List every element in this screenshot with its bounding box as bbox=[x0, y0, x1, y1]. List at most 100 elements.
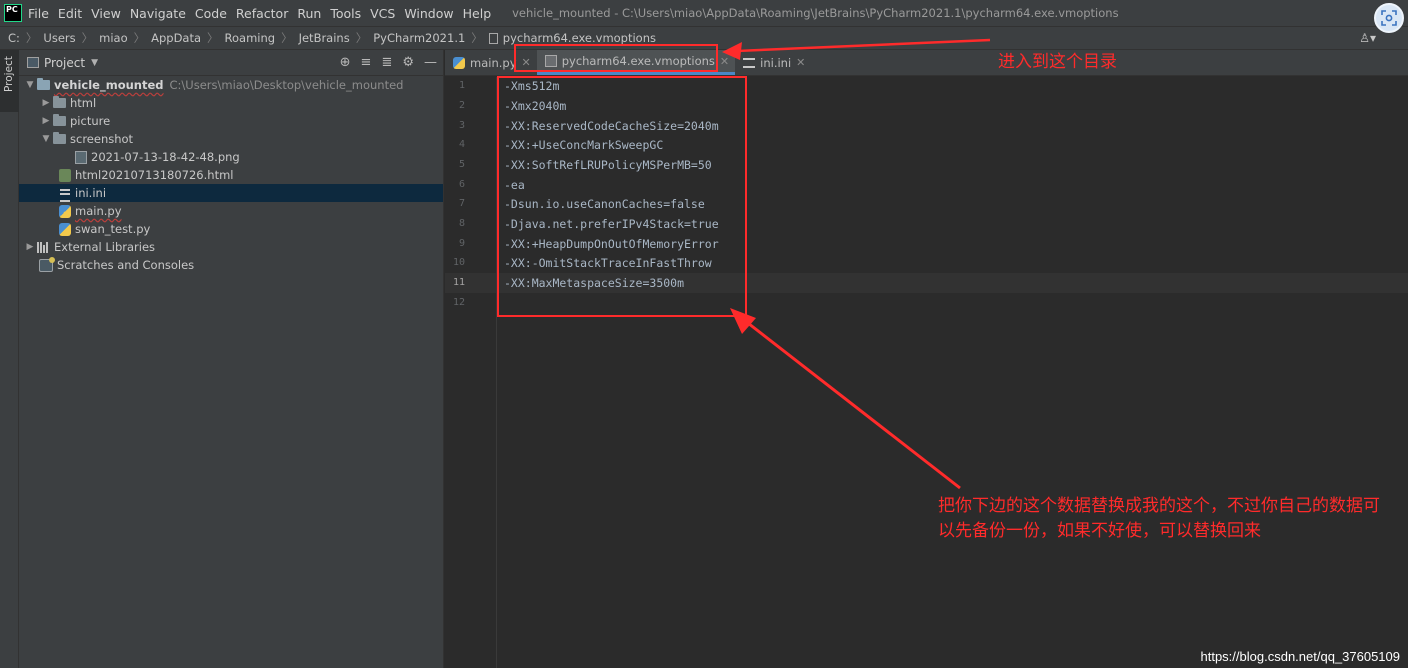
expanded-arrow-icon[interactable]: ▼ bbox=[39, 134, 53, 144]
line-number: 1 bbox=[458, 80, 465, 91]
menu-code[interactable]: Code bbox=[195, 6, 227, 21]
tree-item-label: 2021-07-13-18-42-48.png bbox=[91, 150, 240, 164]
breadcrumb-jetbrains[interactable]: JetBrains bbox=[299, 31, 350, 45]
tab-ini[interactable]: ini.ini ✕ bbox=[735, 50, 811, 75]
line-number-gutter: 1 2 3 4 5 6 7 8 9 10 11 12 bbox=[445, 77, 497, 668]
annotation-box-code bbox=[497, 76, 747, 317]
project-panel-title[interactable]: Project bbox=[44, 56, 85, 70]
menu-window[interactable]: Window bbox=[404, 6, 453, 21]
menu-help[interactable]: Help bbox=[463, 6, 492, 21]
annotation-code-note: 把你下边的这个数据替换成我的这个，不过你自己的数据可以先备份一份，如果不好使，可… bbox=[938, 496, 1380, 541]
breadcrumb-users[interactable]: Users bbox=[43, 31, 75, 45]
collapsed-arrow-icon[interactable]: ▶ bbox=[23, 242, 37, 252]
window-title: vehicle_mounted - C:\Users\miao\AppData\… bbox=[512, 6, 1119, 20]
tree-item-main-py[interactable]: main.py bbox=[19, 202, 443, 220]
project-tool-tab-label: Project bbox=[3, 56, 15, 92]
tree-item-html-file[interactable]: html20210713180726.html bbox=[19, 166, 443, 184]
tree-item-label: External Libraries bbox=[54, 240, 156, 254]
hide-icon[interactable]: — bbox=[424, 55, 437, 70]
line-number: 2 bbox=[458, 100, 465, 111]
close-icon[interactable]: ✕ bbox=[720, 55, 729, 68]
line-number: 3 bbox=[458, 120, 465, 131]
user-dropdown-icon[interactable]: ♙▾ bbox=[1359, 31, 1376, 45]
screenshot-tool-icon[interactable] bbox=[1374, 3, 1404, 33]
python-file-icon bbox=[59, 204, 71, 218]
project-panel-header: Project ▼ ⊕ ≡ ≣ ⚙ — bbox=[19, 50, 443, 76]
tree-item-swan-test[interactable]: swan_test.py bbox=[19, 220, 443, 238]
library-icon bbox=[37, 241, 50, 253]
breadcrumb-file[interactable]: pycharm64.exe.vmoptions bbox=[503, 31, 656, 45]
tree-item-label: swan_test.py bbox=[75, 222, 151, 236]
scratches-icon bbox=[39, 256, 55, 272]
locate-icon[interactable]: ⊕ bbox=[340, 55, 351, 70]
breadcrumb-miao[interactable]: miao bbox=[99, 31, 127, 45]
tree-item-png[interactable]: 2021-07-13-18-42-48.png bbox=[19, 148, 443, 166]
tree-item-picture[interactable]: ▶ picture bbox=[19, 112, 443, 130]
python-file-icon bbox=[59, 222, 71, 236]
line-number: 8 bbox=[458, 218, 465, 229]
line-number: 12 bbox=[452, 297, 465, 308]
tree-root[interactable]: ▼ vehicle_mounted C:\Users\miao\Desktop\… bbox=[19, 76, 443, 94]
menu-view[interactable]: View bbox=[91, 6, 121, 21]
tree-item-label: screenshot bbox=[70, 132, 134, 146]
folder-icon bbox=[53, 114, 66, 126]
menu-navigate[interactable]: Navigate bbox=[130, 6, 186, 21]
root-folder-path: C:\Users\miao\Desktop\vehicle_mounted bbox=[169, 78, 404, 92]
tool-window-stripe: Project bbox=[0, 50, 19, 668]
tab-label: main.py bbox=[470, 55, 517, 70]
breadcrumb-file-icon bbox=[488, 32, 498, 44]
breadcrumb-drive[interactable]: C: bbox=[8, 31, 20, 45]
breadcrumb-pycharm[interactable]: PyCharm2021.1 bbox=[373, 31, 465, 45]
close-icon[interactable]: ✕ bbox=[796, 56, 805, 69]
line-number: 10 bbox=[452, 257, 465, 268]
menu-run[interactable]: Run bbox=[297, 6, 321, 21]
project-view-icon bbox=[27, 57, 39, 68]
breadcrumb-appdata[interactable]: AppData bbox=[151, 31, 201, 45]
collapsed-arrow-icon[interactable]: ▶ bbox=[39, 116, 53, 126]
menu-vcs[interactable]: VCS bbox=[370, 6, 395, 21]
annotation-tab-note: 进入到这个目录 bbox=[998, 52, 1117, 72]
tree-item-scratches[interactable]: Scratches and Consoles bbox=[19, 256, 443, 274]
expanded-arrow-icon[interactable]: ▼ bbox=[23, 80, 37, 90]
tree-item-label: html bbox=[70, 96, 97, 110]
folder-icon bbox=[53, 96, 66, 108]
tab-label: ini.ini bbox=[760, 55, 792, 70]
line-number: 4 bbox=[458, 139, 465, 150]
html-file-icon bbox=[59, 168, 71, 182]
collapse-all-icon[interactable]: ≣ bbox=[381, 55, 392, 70]
tree-item-label: picture bbox=[70, 114, 111, 128]
gear-icon[interactable]: ⚙ bbox=[402, 55, 414, 70]
annotation-box-tab bbox=[514, 44, 718, 72]
menu-refactor[interactable]: Refactor bbox=[236, 6, 288, 21]
image-file-icon bbox=[75, 150, 87, 164]
tree-item-label: html20210713180726.html bbox=[75, 168, 234, 182]
ini-file-icon bbox=[59, 187, 71, 202]
expand-all-icon[interactable]: ≡ bbox=[361, 55, 372, 70]
python-file-icon bbox=[453, 56, 465, 69]
menu-tools[interactable]: Tools bbox=[330, 6, 361, 21]
collapsed-arrow-icon[interactable]: ▶ bbox=[39, 98, 53, 108]
chevron-down-icon[interactable]: ▼ bbox=[91, 58, 98, 68]
tree-item-label: ini.ini bbox=[75, 186, 107, 200]
folder-icon bbox=[53, 132, 66, 144]
tree-item-screenshot[interactable]: ▼ screenshot bbox=[19, 130, 443, 148]
project-tool-tab[interactable]: Project bbox=[0, 50, 19, 112]
breadcrumb-roaming[interactable]: Roaming bbox=[225, 31, 276, 45]
tree-item-ini[interactable]: ini.ini bbox=[19, 184, 443, 202]
project-tree: ▼ vehicle_mounted C:\Users\miao\Desktop\… bbox=[19, 76, 443, 274]
pycharm-logo-icon: PC bbox=[4, 4, 22, 22]
menu-bar: PC File Edit View Navigate Code Refactor… bbox=[0, 0, 1408, 33]
menu-edit[interactable]: Edit bbox=[58, 6, 82, 21]
line-number: 7 bbox=[458, 198, 465, 209]
tree-item-external-libraries[interactable]: ▶ External Libraries bbox=[19, 238, 443, 256]
tree-item-label: main.py bbox=[75, 204, 122, 218]
root-folder-name: vehicle_mounted bbox=[54, 78, 164, 92]
line-number: 6 bbox=[458, 179, 465, 190]
menu-file[interactable]: File bbox=[28, 6, 49, 21]
project-panel: Project ▼ ⊕ ≡ ≣ ⚙ — ▼ vehicle_mounted C:… bbox=[19, 50, 444, 668]
folder-icon bbox=[37, 78, 50, 90]
watermark: https://blog.csdn.net/qq_37605109 bbox=[1200, 649, 1401, 664]
line-number-current: 11 bbox=[452, 277, 465, 288]
line-number: 5 bbox=[458, 159, 465, 170]
tree-item-html[interactable]: ▶ html bbox=[19, 94, 443, 112]
